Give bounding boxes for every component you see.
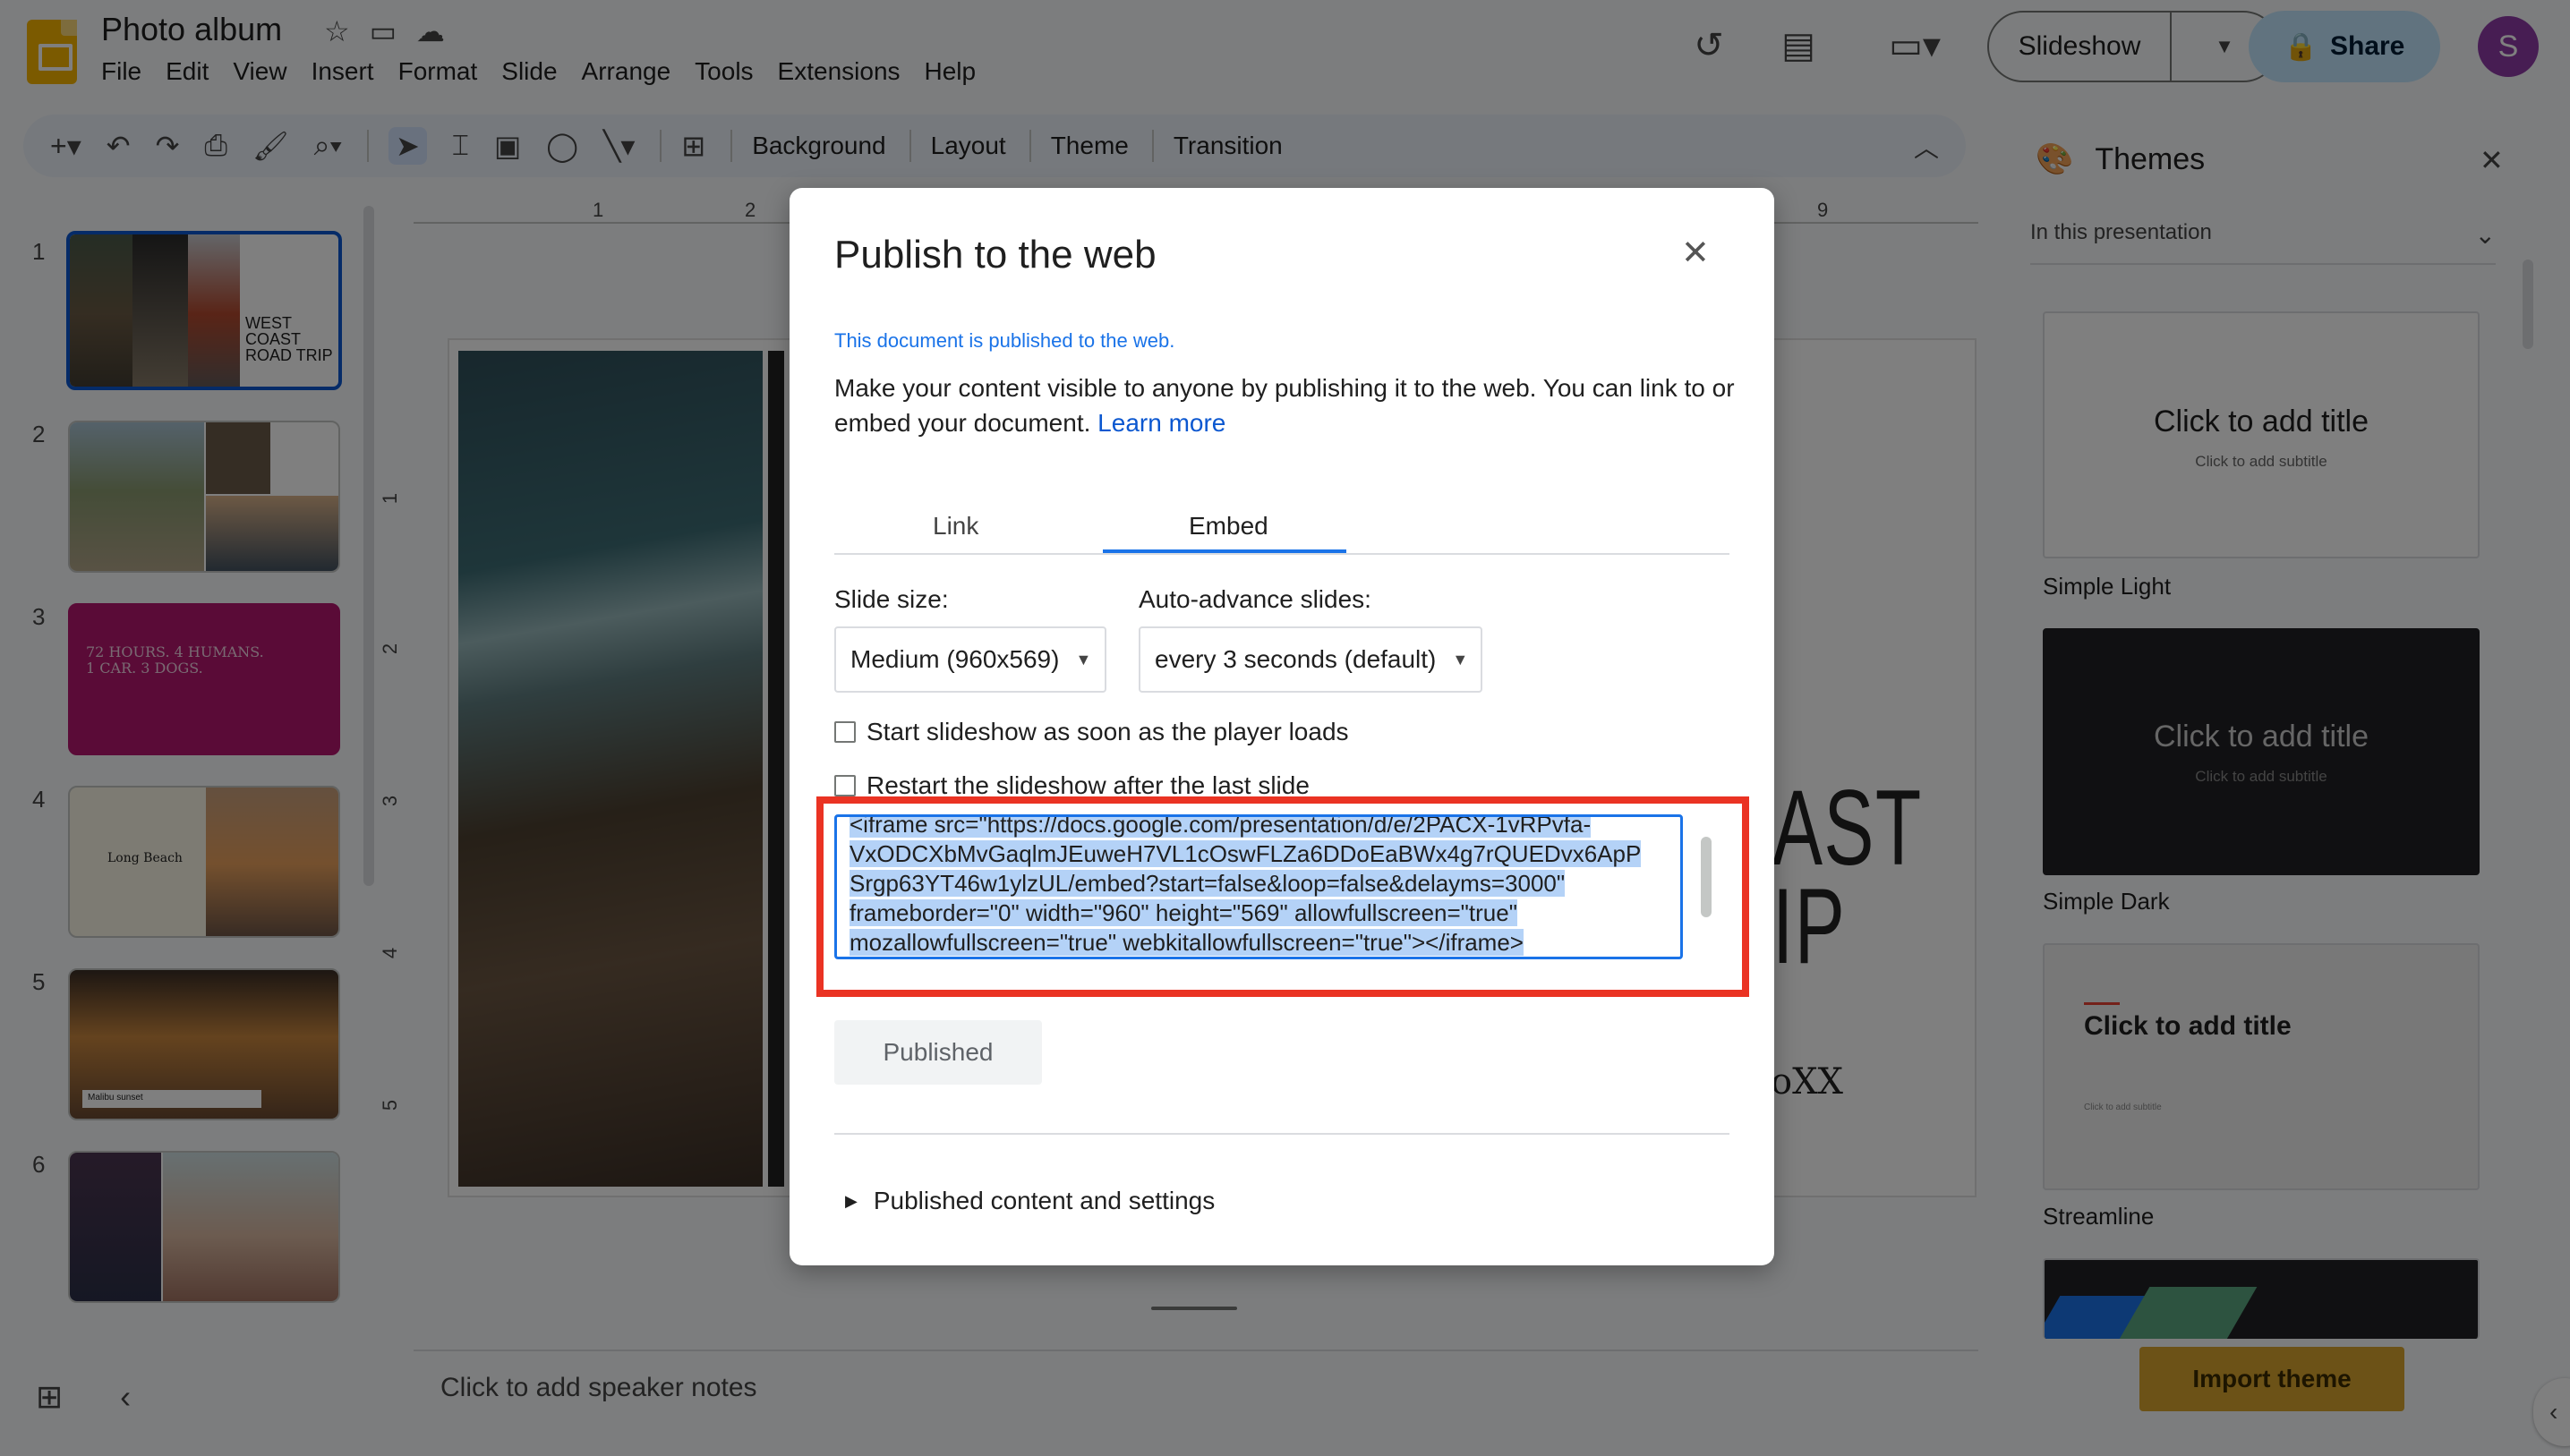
dialog-divider	[834, 1133, 1729, 1135]
published-settings-label: Published content and settings	[873, 1187, 1216, 1214]
slide-size-select[interactable]: Medium (960x569) ▼	[834, 626, 1106, 693]
active-tab-indicator	[1103, 549, 1346, 553]
publish-tabs: Link Embed	[834, 499, 1729, 555]
restart-checkbox[interactable]	[834, 775, 856, 796]
embed-code-line: VxODCXbMvGaqlmJEuweH7VL1cOswFLZa6DDoEaBW…	[850, 840, 1642, 867]
embed-code-line: Srgp63YT46w1ylzUL/embed?start=false&loop…	[850, 870, 1566, 897]
slide-size-label: Slide size:	[834, 585, 949, 613]
auto-advance-value: every 3 seconds (default)	[1155, 645, 1437, 673]
learn-more-link[interactable]: Learn more	[1097, 409, 1225, 437]
embed-code-textarea[interactable]: <iframe src="https://docs.google.com/pre…	[834, 814, 1683, 959]
start-on-load-checkbox[interactable]	[834, 721, 856, 743]
published-button[interactable]: Published	[834, 1020, 1042, 1085]
publish-status: This document is published to the web.	[834, 329, 1175, 352]
start-on-load-label: Start slideshow as soon as the player lo…	[867, 718, 1349, 745]
close-icon[interactable]: ✕	[1681, 233, 1710, 273]
slide-size-value: Medium (960x569)	[850, 645, 1060, 673]
textarea-scrollbar[interactable]	[1701, 837, 1712, 917]
publish-dialog: Publish to the web ✕ This document is pu…	[790, 188, 1774, 1265]
auto-advance-select[interactable]: every 3 seconds (default) ▼	[1139, 626, 1482, 693]
description-text: Make your content visible to anyone by p…	[834, 374, 1735, 437]
tab-embed[interactable]: Embed	[1189, 512, 1268, 541]
published-settings-toggle[interactable]: ▶ Published content and settings	[845, 1187, 1215, 1215]
dialog-title: Publish to the web	[834, 233, 1157, 277]
embed-code-line: mozallowfullscreen="true" webkitallowful…	[850, 929, 1524, 956]
tab-link[interactable]: Link	[933, 512, 978, 541]
dropdown-arrow-icon: ▼	[1452, 650, 1469, 668]
embed-code-line: <iframe src="https://docs.google.com/pre…	[850, 817, 1592, 838]
auto-advance-label: Auto-advance slides:	[1139, 585, 1371, 613]
dropdown-arrow-icon: ▼	[1075, 650, 1092, 668]
dialog-description: Make your content visible to anyone by p…	[834, 370, 1738, 440]
embed-code-line: frameborder="0" width="960" height="569"…	[850, 899, 1517, 926]
expand-triangle-icon: ▶	[845, 1191, 858, 1210]
